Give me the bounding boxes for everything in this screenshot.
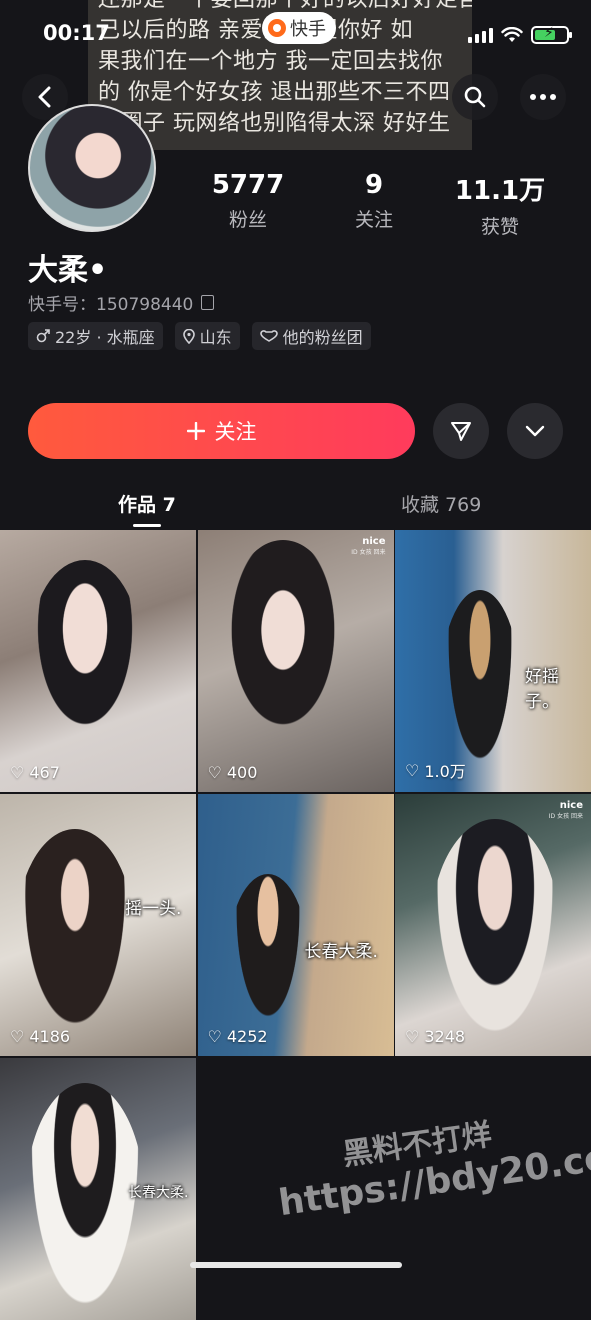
video-thumbnail[interactable]: 长春大柔. (0, 1058, 196, 1320)
stat-fans[interactable]: 5777 粉丝 (188, 170, 308, 232)
status-icons: ⚡ (468, 25, 572, 44)
more-button[interactable] (520, 74, 566, 120)
kuaishou-badge[interactable]: 快手 (262, 12, 336, 44)
video-thumbnail[interactable]: nice ID 女孩 回来 ♡ 3248 (395, 794, 591, 1056)
tag-fan-group[interactable]: 他的粉丝团 (251, 322, 371, 350)
plus-icon (186, 422, 205, 440)
thumbnail-figure (15, 829, 135, 1049)
battery-icon: ⚡ (531, 25, 572, 44)
stat-following-label: 关注 (354, 209, 393, 231)
video-caption: 好摇子。 (525, 667, 559, 712)
nice-watermark: nice ID 女孩 回来 (351, 536, 386, 556)
tab-favorites[interactable]: 收藏 769 (401, 490, 481, 517)
search-icon (464, 86, 486, 108)
profile-uid-text: 快手号：150798440 (28, 295, 194, 315)
wifi-icon (501, 27, 523, 42)
male-icon (36, 329, 50, 343)
chevron-left-icon (38, 86, 51, 108)
video-thumbnail[interactable]: 好摇子。 ♡ 1.0万 (395, 530, 591, 792)
profile-name: 大柔• (28, 253, 108, 288)
thumbnail-figure (430, 819, 560, 1049)
follow-button[interactable]: 关注 (28, 403, 415, 459)
tag-age: 22岁 · 水瓶座 (28, 322, 163, 350)
stat-likes[interactable]: 11.1万 获赞 (440, 170, 560, 239)
video-likes: ♡ 4252 (207, 1027, 268, 1046)
heart-icon: ♡ (405, 760, 420, 780)
chevron-down-icon (525, 425, 545, 437)
stat-fans-value: 5777 (211, 170, 285, 200)
message-button[interactable] (433, 403, 489, 459)
heart-icon: ♡ (10, 763, 25, 782)
signal-icon (468, 27, 493, 43)
stat-following-value: 9 (364, 170, 384, 200)
stat-following[interactable]: 9 关注 (314, 170, 434, 232)
avatar[interactable] (28, 104, 156, 232)
kuaishou-logo-icon (268, 19, 286, 37)
thumbnail-figure (222, 540, 343, 740)
video-thumbnail[interactable]: 摇一头. ♡ 4186 (0, 794, 196, 1056)
tab-indicator (133, 524, 161, 527)
send-icon (451, 422, 471, 441)
video-caption: 长春大柔. (304, 942, 378, 962)
expand-button[interactable] (507, 403, 563, 459)
stat-likes-value: 11.1万 (454, 176, 546, 206)
thumbnail-figure (25, 1083, 145, 1320)
tag-location: 山东 (174, 322, 240, 350)
heart-icon: ♡ (207, 1027, 222, 1046)
profile-uid: 快手号：150798440 (28, 290, 215, 315)
video-thumbnail[interactable]: nice ID 女孩 回来 ♡ 400 (197, 530, 394, 792)
heart-icon: ♡ (207, 763, 222, 782)
home-indicator[interactable] (190, 1262, 402, 1268)
heart-icon: ♡ (405, 1027, 420, 1046)
nice-watermark: nice ID 女孩 回来 (548, 800, 583, 820)
status-time: 00:17 (43, 21, 110, 45)
thumbnail-figure (227, 874, 308, 1044)
video-likes: ♡ 1.0万 (405, 760, 466, 782)
stat-likes-label: 获赞 (480, 216, 519, 238)
video-likes: ♡ 3248 (405, 1027, 466, 1046)
video-caption: 摇一头. (125, 899, 182, 919)
video-likes: ♡ 400 (207, 763, 258, 782)
video-thumbnail[interactable]: 长春大柔. ♡ 4252 (197, 794, 394, 1056)
video-thumbnail[interactable]: ♡ 467 (0, 530, 196, 792)
stat-fans-label: 粉丝 (228, 209, 267, 231)
thumbnail-figure (30, 560, 140, 740)
profile-tags: 22岁 · 水瓶座 山东 他的粉丝团 (28, 322, 371, 350)
more-dots-icon (530, 94, 556, 100)
tab-works[interactable]: 作品 7 (118, 490, 176, 517)
video-likes: ♡ 4186 (10, 1027, 71, 1046)
copy-icon[interactable] (201, 295, 215, 310)
heart-icon: ♡ (10, 1027, 25, 1046)
heart-outline-icon (259, 330, 278, 342)
video-likes: ♡ 467 (10, 763, 60, 782)
search-button[interactable] (452, 74, 498, 120)
video-caption: 长春大柔. (128, 1185, 189, 1201)
location-pin-icon (182, 328, 195, 344)
